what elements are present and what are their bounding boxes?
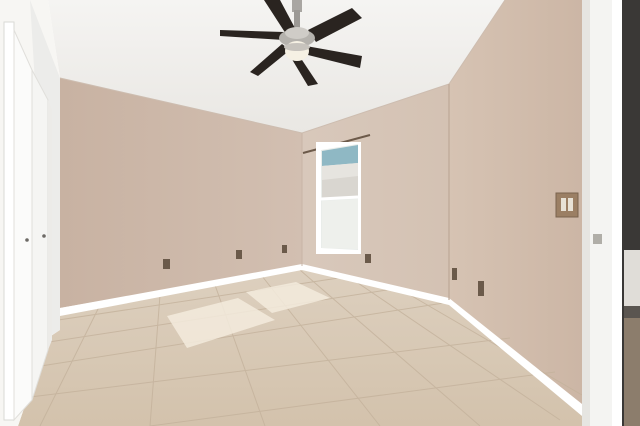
doorway-frame (582, 0, 640, 426)
outlet (365, 254, 371, 263)
outlet (236, 250, 242, 259)
light-switch (555, 192, 579, 218)
outlet (163, 259, 170, 269)
room-photo (0, 0, 640, 426)
outlet (282, 245, 287, 253)
outlet (478, 281, 484, 296)
outlet (452, 268, 457, 280)
room-illustration (0, 0, 640, 426)
